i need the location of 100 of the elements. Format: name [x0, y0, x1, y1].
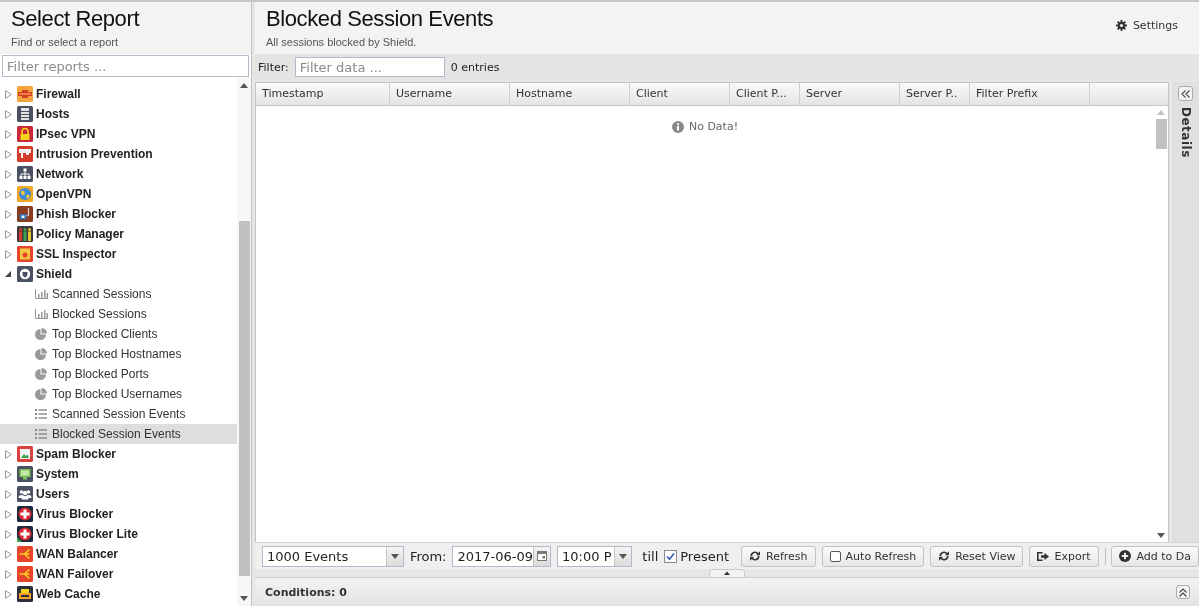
refresh-icon [938, 550, 951, 562]
report-tree-item[interactable]: OpenVPN [0, 184, 237, 204]
cross-emblem-icon [17, 506, 33, 522]
double-chevron-up-icon [1179, 587, 1187, 597]
caret-right-icon[interactable] [5, 589, 12, 599]
column-header[interactable]: Hostname [510, 83, 630, 105]
pie-chart-icon [35, 348, 47, 360]
column-header[interactable]: Username [390, 83, 510, 105]
scrollbar-thumb[interactable] [238, 221, 250, 576]
collapse-handle[interactable] [709, 569, 745, 577]
report-tree-item[interactable]: System [0, 464, 237, 484]
caret-right-icon[interactable] [5, 89, 12, 99]
till-label: till [642, 548, 659, 564]
box-icon [17, 586, 33, 602]
report-tree-item[interactable]: Hosts [0, 104, 237, 124]
caret-right-icon[interactable] [5, 509, 12, 519]
monitor-icon [17, 466, 33, 482]
date-field[interactable]: 2017-06-09 [452, 545, 552, 567]
scrollbar-thumb[interactable] [1155, 119, 1167, 149]
list-icon [35, 409, 47, 419]
caret-right-icon[interactable] [5, 189, 12, 199]
scroll-down-icon[interactable] [1157, 533, 1165, 538]
toolbar-button[interactable]: Add to Da [1111, 545, 1199, 567]
caret-right-icon[interactable] [5, 529, 12, 539]
report-tree-item[interactable]: Top Blocked Ports [0, 364, 237, 384]
caret-right-icon[interactable] [5, 489, 12, 499]
column-header[interactable]: Client [630, 83, 730, 105]
toolbar-button[interactable]: Export [1029, 545, 1099, 567]
pie-chart-icon [35, 388, 47, 400]
toolbar-button[interactable]: Reset View [930, 545, 1024, 567]
gear-icon [1115, 20, 1127, 31]
caret-right-icon[interactable] [5, 249, 12, 259]
sidebar-subtitle: Find or select a report [11, 35, 119, 49]
caret-right-icon[interactable] [5, 569, 12, 579]
conditions-label: Conditions: 0 [265, 585, 347, 599]
settings-button[interactable]: Settings [1115, 19, 1178, 32]
report-tree-item[interactable]: Web Cache [0, 584, 237, 604]
server-icon [17, 106, 33, 122]
report-tree-item[interactable]: Intrusion Prevention [0, 144, 237, 164]
data-filter-field[interactable]: Filter data ... [294, 57, 445, 77]
export-icon [1037, 550, 1050, 562]
branching-arrows-icon [17, 566, 33, 582]
caret-right-icon[interactable] [5, 449, 12, 459]
caret-right-icon[interactable] [5, 209, 12, 219]
padlock-icon [17, 126, 33, 142]
report-tree-item[interactable]: Users [0, 484, 237, 504]
caret-down-icon[interactable] [5, 271, 11, 277]
report-tree-item[interactable]: Virus Blocker Lite [0, 524, 237, 544]
expand-conditions-button[interactable] [1176, 585, 1190, 599]
report-tree-item[interactable]: Scanned Sessions [0, 284, 237, 304]
report-tree-item[interactable]: Top Blocked Usernames [0, 384, 237, 404]
column-header[interactable]: Server [800, 83, 900, 105]
report-tree-item[interactable]: Virus Blocker [0, 504, 237, 524]
report-tree-item[interactable]: IPsec VPN [0, 124, 237, 144]
caret-right-icon[interactable] [5, 469, 12, 479]
report-tree-item[interactable]: Network [0, 164, 237, 184]
report-tree-item[interactable]: Spam Blocker [0, 444, 237, 464]
report-tree-item[interactable]: Policy Manager [0, 224, 237, 244]
from-label: From: [409, 548, 447, 564]
caret-down-icon [619, 553, 628, 559]
caret-right-icon[interactable] [5, 109, 12, 119]
report-tree-item[interactable]: Phish Blocker [0, 204, 237, 224]
present-checkbox[interactable] [664, 549, 678, 563]
event-limit-select[interactable]: 1000 Events [262, 545, 404, 567]
expand-details-button[interactable] [1178, 86, 1193, 101]
time-field[interactable]: 10:00 P [557, 545, 633, 567]
report-tree-item[interactable]: Scanned Session Events [0, 404, 237, 424]
report-tree-item[interactable]: WAN Failover [0, 564, 237, 584]
report-tree-item[interactable]: Top Blocked Clients [0, 324, 237, 344]
report-tree-item[interactable]: Blocked Sessions [0, 304, 237, 324]
certificate-icon [17, 246, 33, 262]
entries-count: 0 entries [450, 60, 500, 74]
pie-chart-icon [35, 328, 47, 340]
scroll-up-icon[interactable] [240, 83, 248, 88]
scroll-down-icon[interactable] [240, 596, 248, 601]
report-tree-item[interactable]: Shield [0, 264, 237, 284]
report-tree-item[interactable]: SSL Inspector [0, 244, 237, 264]
shield-icon [17, 266, 33, 282]
info-icon [671, 120, 684, 133]
globe-icon [17, 186, 33, 202]
report-tree-item[interactable]: Firewall [0, 84, 237, 104]
caret-right-icon[interactable] [5, 149, 12, 159]
column-header[interactable]: Timestamp [256, 83, 390, 105]
toolbar-button[interactable]: Auto Refresh [821, 545, 925, 567]
column-header[interactable]: Client P... [730, 83, 800, 105]
hook-icon [17, 206, 33, 222]
report-tree-item[interactable]: Top Blocked Hostnames [0, 344, 237, 364]
column-header[interactable]: Server P.. [900, 83, 970, 105]
users-icon [17, 486, 33, 502]
filter-label: Filter: [258, 60, 289, 74]
toolbar-button[interactable]: Refresh [741, 545, 816, 567]
column-header[interactable]: Filter Prefix [970, 83, 1090, 105]
caret-right-icon[interactable] [5, 549, 12, 559]
caret-down-icon [390, 553, 399, 559]
report-filter-field[interactable]: Filter reports ... [2, 55, 249, 77]
report-tree-item[interactable]: Blocked Session Events [0, 424, 237, 444]
report-tree-item[interactable]: WAN Balancer [0, 544, 237, 564]
caret-right-icon[interactable] [5, 129, 12, 139]
caret-right-icon[interactable] [5, 229, 12, 239]
caret-right-icon[interactable] [5, 169, 12, 179]
